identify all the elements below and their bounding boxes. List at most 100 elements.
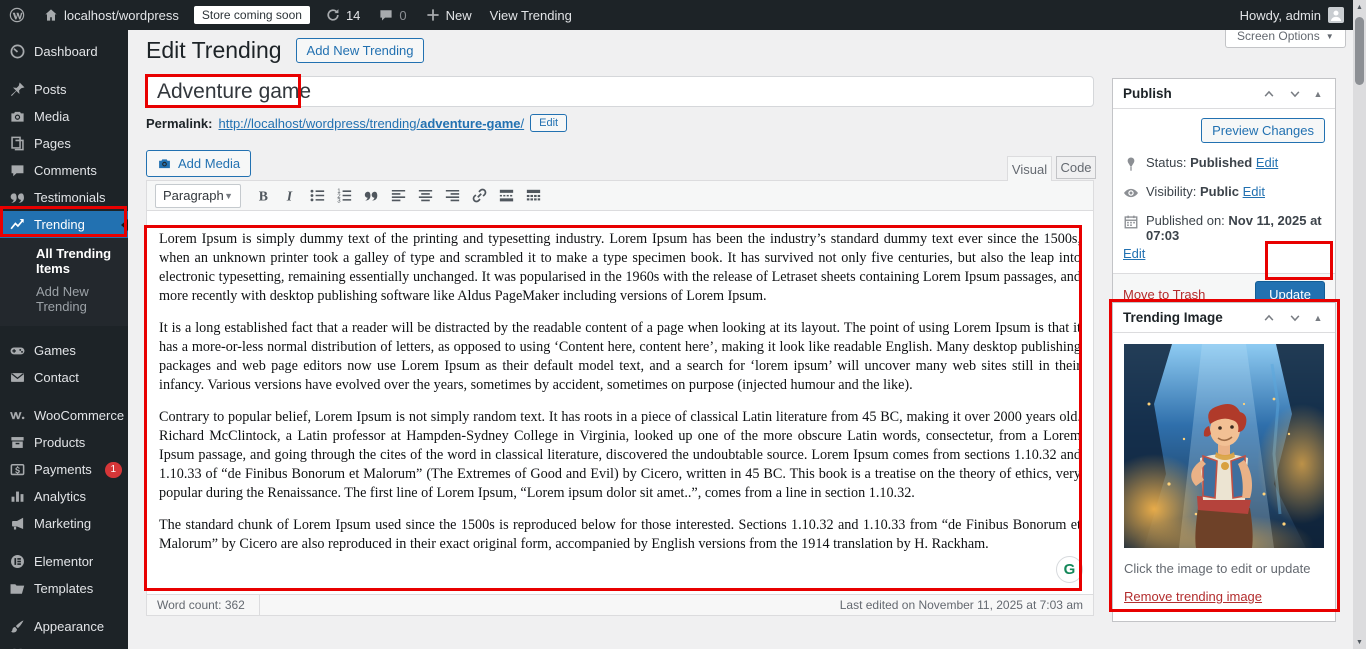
screen-options-label: Screen Options <box>1237 29 1320 43</box>
admin-bar: localhost/wordpress Store coming soon 14… <box>0 0 1366 30</box>
add-new-trending-button[interactable]: Add New Trending <box>295 38 425 63</box>
align-left-icon <box>389 186 408 205</box>
sidebar-item-elementor[interactable]: Elementor <box>0 548 128 575</box>
link-icon <box>470 186 489 205</box>
sidebar-item-marketing[interactable]: Marketing <box>0 510 128 537</box>
scroll-down-icon[interactable]: ▼ <box>1353 635 1366 649</box>
submenu-item-add-new-trending[interactable]: Add New Trending <box>0 280 128 318</box>
sidebar-item-templates[interactable]: Templates <box>0 575 128 602</box>
sidebar-item-contact[interactable]: Contact <box>0 364 128 391</box>
sidebar-item-posts[interactable]: Posts <box>0 76 128 103</box>
sidebar-item-label: Pages <box>34 136 71 151</box>
sidebar-item-media[interactable]: Media <box>0 103 128 130</box>
bulleted-list-button[interactable] <box>305 184 330 208</box>
align-center-icon <box>416 186 435 205</box>
bold-button[interactable]: B <box>251 184 276 208</box>
sidebar-item-payments[interactable]: Payments 1 <box>0 456 128 483</box>
align-right-button[interactable] <box>440 184 465 208</box>
paragraph-format-dropdown[interactable]: Paragraph ▼ <box>155 183 241 208</box>
payments-icon <box>9 461 26 478</box>
site-name-link[interactable]: localhost/wordpress <box>34 0 188 30</box>
store-coming-soon-badge[interactable]: Store coming soon <box>193 6 310 24</box>
howdy-label: Howdy, admin <box>1239 7 1321 23</box>
wordpress-logo-icon <box>9 7 25 23</box>
new-menu[interactable]: New <box>416 0 481 30</box>
sidebar-item-comments[interactable]: Comments <box>0 157 128 184</box>
link-button[interactable] <box>467 184 492 208</box>
eye-icon <box>1123 185 1139 201</box>
sidebar-item-trending[interactable]: Trending <box>0 211 128 238</box>
align-right-icon <box>443 186 462 205</box>
view-trending-link[interactable]: View Trending <box>481 0 581 30</box>
trending-image-panel-header[interactable]: Trending Image ▲ <box>1113 303 1335 333</box>
calendar-icon <box>1123 214 1139 230</box>
tab-visual[interactable]: Visual <box>1007 156 1052 181</box>
page-scrollbar[interactable]: ▲ ▼ <box>1353 0 1366 649</box>
sidebar-item-testimonials[interactable]: Testimonials <box>0 184 128 211</box>
account-menu[interactable]: Howdy, admin <box>1240 7 1366 23</box>
tab-code[interactable]: Code <box>1056 156 1096 179</box>
sidebar-item-dashboard[interactable]: Dashboard <box>0 38 128 65</box>
read-more-button[interactable] <box>494 184 519 208</box>
sidebar-item-products[interactable]: Products <box>0 429 128 456</box>
permalink-label: Permalink: <box>146 115 213 131</box>
collapse-toggle-icon[interactable]: ▲ <box>1309 313 1327 323</box>
sidebar-item-games[interactable]: Games <box>0 337 128 364</box>
edit-visibility-link[interactable]: Edit <box>1243 184 1265 199</box>
editor-content-area[interactable]: Lorem Ipsum is simply dummy text of the … <box>146 210 1094 595</box>
move-up-icon[interactable] <box>1257 308 1281 328</box>
editor-paragraph: Contrary to popular belief, Lorem Ipsum … <box>159 409 1081 501</box>
sidebar-item-label: Analytics <box>34 489 87 504</box>
grammarly-button[interactable]: G <box>1056 556 1083 583</box>
contact-icon <box>9 369 26 386</box>
sidebar-item-yith[interactable]: YITH <box>0 640 128 649</box>
add-media-label: Add Media <box>178 156 241 171</box>
move-down-icon[interactable] <box>1283 308 1307 328</box>
collapse-toggle-icon[interactable]: ▲ <box>1309 89 1327 99</box>
italic-icon: I <box>281 186 300 205</box>
trending-image-panel: Trending Image ▲ Click the image to edit… <box>1096 302 1347 622</box>
editor-paragraph: The standard chunk of Lorem Ipsum used s… <box>159 517 1081 552</box>
trending-image-thumbnail[interactable] <box>1096 344 1347 574</box>
move-down-icon[interactable] <box>1283 84 1307 104</box>
permalink-link[interactable]: http://localhost/wordpress/trending/adve… <box>218 116 524 131</box>
preview-changes-button[interactable]: Preview Changes <box>1201 118 1325 143</box>
marketing-icon <box>9 515 26 532</box>
comments-indicator[interactable]: 0 <box>369 0 415 30</box>
testimonials-icon <box>9 189 26 206</box>
numbered-list-button[interactable]: 123 <box>332 184 357 208</box>
numbered-list-icon: 123 <box>335 186 354 205</box>
edit-published-date-link[interactable]: Edit <box>1123 246 1145 261</box>
move-to-trash-link[interactable]: Move to Trash <box>1123 287 1205 302</box>
scroll-up-icon[interactable]: ▲ <box>1353 0 1366 14</box>
products-icon <box>9 434 26 451</box>
updates-indicator[interactable]: 14 <box>316 0 369 30</box>
sidebar-item-analytics[interactable]: Analytics <box>0 483 128 510</box>
submenu-item-all-trending-items[interactable]: All Trending Items <box>0 242 128 280</box>
trending-image-body: Click the image to edit or update Remove… <box>1096 333 1347 621</box>
publish-panel-header[interactable]: Publish ▲ <box>1113 79 1335 109</box>
toolbar-toggle-button[interactable] <box>521 184 546 208</box>
post-title-input[interactable] <box>146 76 1094 107</box>
sidebar-item-pages[interactable]: Pages <box>0 130 128 157</box>
sidebar-item-woocommerce[interactable]: WooCommerce <box>0 402 128 429</box>
editor-paragraph: It is a long established fact that a rea… <box>159 320 1081 393</box>
remove-trending-image-link[interactable]: Remove trending image <box>1124 589 1262 604</box>
sidebar-item-appearance[interactable]: Appearance <box>0 613 128 640</box>
appearance-icon <box>9 618 26 635</box>
read-more-icon <box>497 186 516 205</box>
image-caption: Click the image to edit or update <box>1124 561 1311 576</box>
wordpress-logo-menu[interactable] <box>0 0 34 30</box>
permalink-edit-button[interactable]: Edit <box>530 114 568 132</box>
edit-status-link[interactable]: Edit <box>1256 155 1278 170</box>
align-center-button[interactable] <box>413 184 438 208</box>
move-up-icon[interactable] <box>1257 84 1281 104</box>
add-media-button[interactable]: Add Media <box>146 150 252 177</box>
align-left-button[interactable] <box>386 184 411 208</box>
italic-button[interactable]: I <box>278 184 303 208</box>
scrollbar-thumb[interactable] <box>1355 17 1364 85</box>
paragraph-format-value: Paragraph <box>163 188 224 203</box>
blockquote-button[interactable] <box>359 184 384 208</box>
elementor-icon <box>9 553 26 570</box>
publish-panel-body: Preview Changes Status: Published Edit V… <box>1113 109 1335 273</box>
